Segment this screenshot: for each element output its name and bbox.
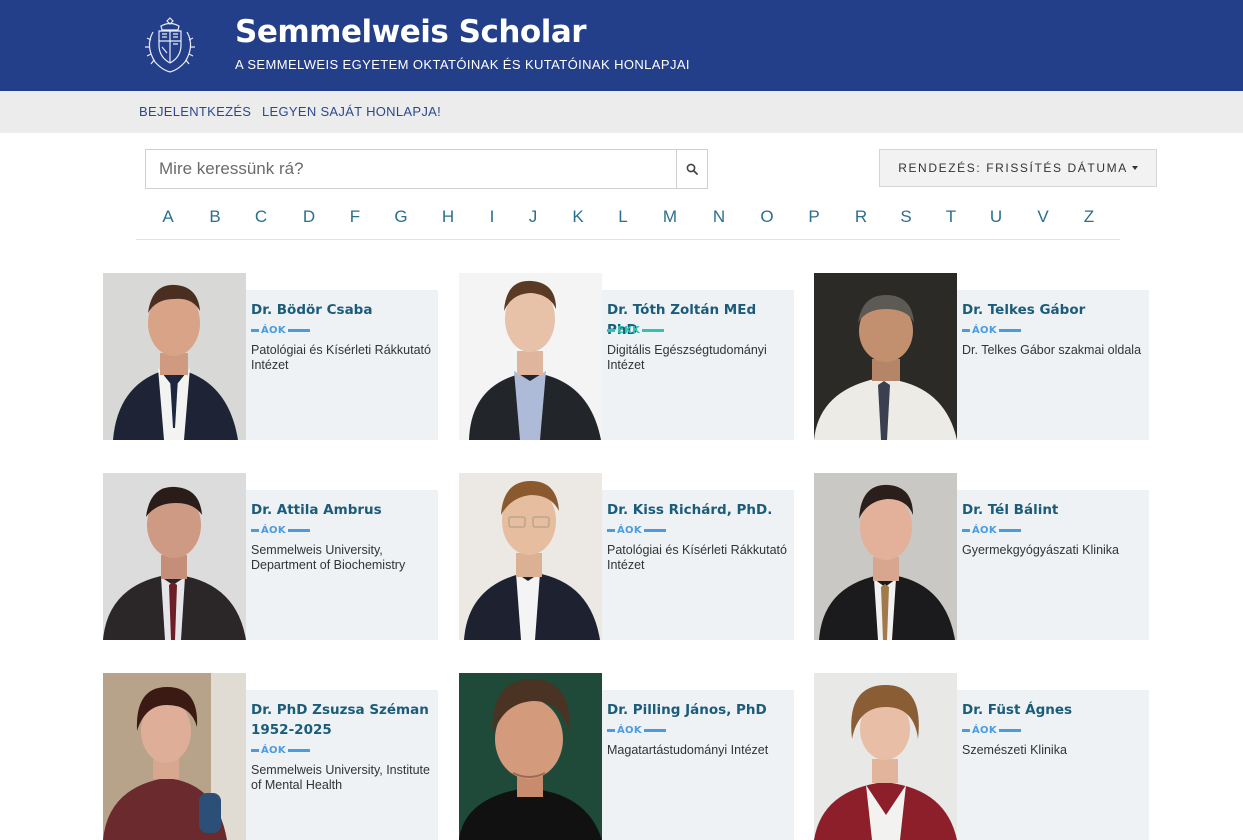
faculty-badge: ÁOK xyxy=(607,724,666,736)
profile-name[interactable]: Dr. Attila Ambrus xyxy=(251,500,435,520)
faculty-badge: EKK xyxy=(607,324,665,336)
letter-filter-f[interactable]: F xyxy=(350,207,360,227)
letter-filter-s[interactable]: S xyxy=(900,207,911,227)
letter-filter-l[interactable]: L xyxy=(618,207,627,227)
profile-name[interactable]: Dr. Bödör Csaba xyxy=(251,300,435,320)
caret-down-icon xyxy=(1131,166,1138,170)
faculty-badge: ÁOK xyxy=(962,524,1021,536)
sort-dropdown-label: RENDEZÉS: FRISSÍTÉS DÁTUMA xyxy=(898,161,1128,175)
faculty-label: EKK xyxy=(617,324,641,336)
letter-filter-r[interactable]: R xyxy=(855,207,867,227)
profile-name[interactable]: Dr. Tél Bálint xyxy=(962,500,1146,520)
profile-photo[interactable] xyxy=(103,673,246,840)
letter-filter-p[interactable]: P xyxy=(808,207,819,227)
create-own-page-link[interactable]: LEGYEN SAJÁT HONLAPJA! xyxy=(262,104,441,119)
letter-filter-c[interactable]: C xyxy=(255,207,267,227)
faculty-label: ÁOK xyxy=(261,324,286,336)
profile-card[interactable]: Dr. Kiss Richárd, PhD. ÁOK Patológiai és… xyxy=(459,473,794,640)
profile-description: Semmelweis University, Institute of Ment… xyxy=(251,763,430,792)
profile-photo[interactable] xyxy=(814,273,957,440)
letter-filter-d[interactable]: D xyxy=(303,207,315,227)
profile-name[interactable]: Dr. Pilling János, PhD xyxy=(607,700,791,720)
faculty-label: ÁOK xyxy=(972,724,997,736)
faculty-badge: ÁOK xyxy=(962,724,1021,736)
coat-of-arms-logo[interactable] xyxy=(139,14,201,76)
profile-description: Szemészeti Klinika xyxy=(962,743,1067,757)
letter-filter-b[interactable]: B xyxy=(209,207,220,227)
profile-photo[interactable] xyxy=(459,673,602,840)
letter-filter-m[interactable]: M xyxy=(663,207,677,227)
faculty-label: ÁOK xyxy=(972,324,997,336)
profile-photo[interactable] xyxy=(814,473,957,640)
site-header: Semmelweis Scholar A SEMMELWEIS EGYETEM … xyxy=(0,0,1243,91)
profile-card[interactable]: Dr. Attila Ambrus ÁOK Semmelweis Univers… xyxy=(103,473,438,640)
letter-filter-o[interactable]: O xyxy=(760,207,773,227)
profile-card[interactable]: Dr. Füst Ágnes ÁOK Szemészeti Klinika xyxy=(814,673,1149,840)
faculty-badge: ÁOK xyxy=(607,524,666,536)
profile-photo[interactable] xyxy=(103,473,246,640)
alphabet-filter: ABCDFGHIJKLMNOPRSTUVZ xyxy=(136,206,1120,240)
profile-photo[interactable] xyxy=(459,473,602,640)
faculty-badge: ÁOK xyxy=(251,524,310,536)
letter-filter-k[interactable]: K xyxy=(572,207,583,227)
profile-description: Digitális Egészségtudományi Intézet xyxy=(607,343,767,372)
profile-card[interactable]: Dr. Telkes Gábor ÁOK Dr. Telkes Gábor sz… xyxy=(814,273,1149,440)
profile-description: Semmelweis University, Department of Bio… xyxy=(251,543,406,572)
profile-description: Patológiai és Kísérleti Rákkutató Intéze… xyxy=(607,543,787,572)
search-icon xyxy=(686,163,698,175)
profile-description: Magatartástudományi Intézet xyxy=(607,743,769,757)
letter-filter-v[interactable]: V xyxy=(1037,207,1048,227)
faculty-label: ÁOK xyxy=(617,724,642,736)
site-title[interactable]: Semmelweis Scholar xyxy=(235,14,587,50)
search-input[interactable] xyxy=(145,149,677,189)
login-link[interactable]: BEJELENTKEZÉS xyxy=(139,104,251,119)
top-navbar: BEJELENTKEZÉS LEGYEN SAJÁT HONLAPJA! xyxy=(0,91,1243,133)
letter-filter-g[interactable]: G xyxy=(394,207,407,227)
profile-photo[interactable] xyxy=(459,273,602,440)
letter-filter-u[interactable]: U xyxy=(990,207,1002,227)
faculty-label: ÁOK xyxy=(972,524,997,536)
faculty-badge: ÁOK xyxy=(251,744,310,756)
faculty-badge: ÁOK xyxy=(962,324,1021,336)
profile-name[interactable]: Dr. PhD Zsuzsa Széman 1952-2025 xyxy=(251,700,435,740)
faculty-label: ÁOK xyxy=(261,744,286,756)
profile-card[interactable]: Dr. Bödör Csaba ÁOK Patológiai és Kísérl… xyxy=(103,273,438,440)
profile-card[interactable]: Dr. Tél Bálint ÁOK Gyermekgyógyászati Kl… xyxy=(814,473,1149,640)
profile-name[interactable]: Dr. Telkes Gábor xyxy=(962,300,1146,320)
letter-filter-h[interactable]: H xyxy=(442,207,454,227)
profile-card[interactable]: Dr. PhD Zsuzsa Széman 1952-2025 ÁOK Semm… xyxy=(103,673,438,840)
faculty-label: ÁOK xyxy=(261,524,286,536)
letter-filter-z[interactable]: Z xyxy=(1084,207,1094,227)
profile-description: Patológiai és Kísérleti Rákkutató Intéze… xyxy=(251,343,431,372)
profile-description: Gyermekgyógyászati Klinika xyxy=(962,543,1120,557)
profile-card[interactable]: Dr. Tóth Zoltán MEd PhD EKK Digitális Eg… xyxy=(459,273,794,440)
profile-name[interactable]: Dr. Kiss Richárd, PhD. xyxy=(607,500,791,520)
faculty-badge: ÁOK xyxy=(251,324,310,336)
profile-photo[interactable] xyxy=(103,273,246,440)
letter-filter-n[interactable]: N xyxy=(713,207,725,227)
profile-photo[interactable] xyxy=(814,673,957,840)
profile-name[interactable]: Dr. Füst Ágnes xyxy=(962,700,1146,720)
profile-description: Dr. Telkes Gábor szakmai oldala xyxy=(962,343,1142,357)
site-subtitle: A SEMMELWEIS EGYETEM OKTATÓINAK ÉS KUTAT… xyxy=(235,57,690,72)
letter-filter-j[interactable]: J xyxy=(529,207,538,227)
search-button[interactable] xyxy=(676,149,708,189)
letter-filter-i[interactable]: I xyxy=(490,207,495,227)
profile-card[interactable]: Dr. Pilling János, PhD ÁOK Magatartástud… xyxy=(459,673,794,840)
letter-filter-t[interactable]: T xyxy=(946,207,956,227)
letter-filter-a[interactable]: A xyxy=(162,207,173,227)
sort-dropdown[interactable]: RENDEZÉS: FRISSÍTÉS DÁTUMA xyxy=(879,149,1157,187)
faculty-label: ÁOK xyxy=(617,524,642,536)
